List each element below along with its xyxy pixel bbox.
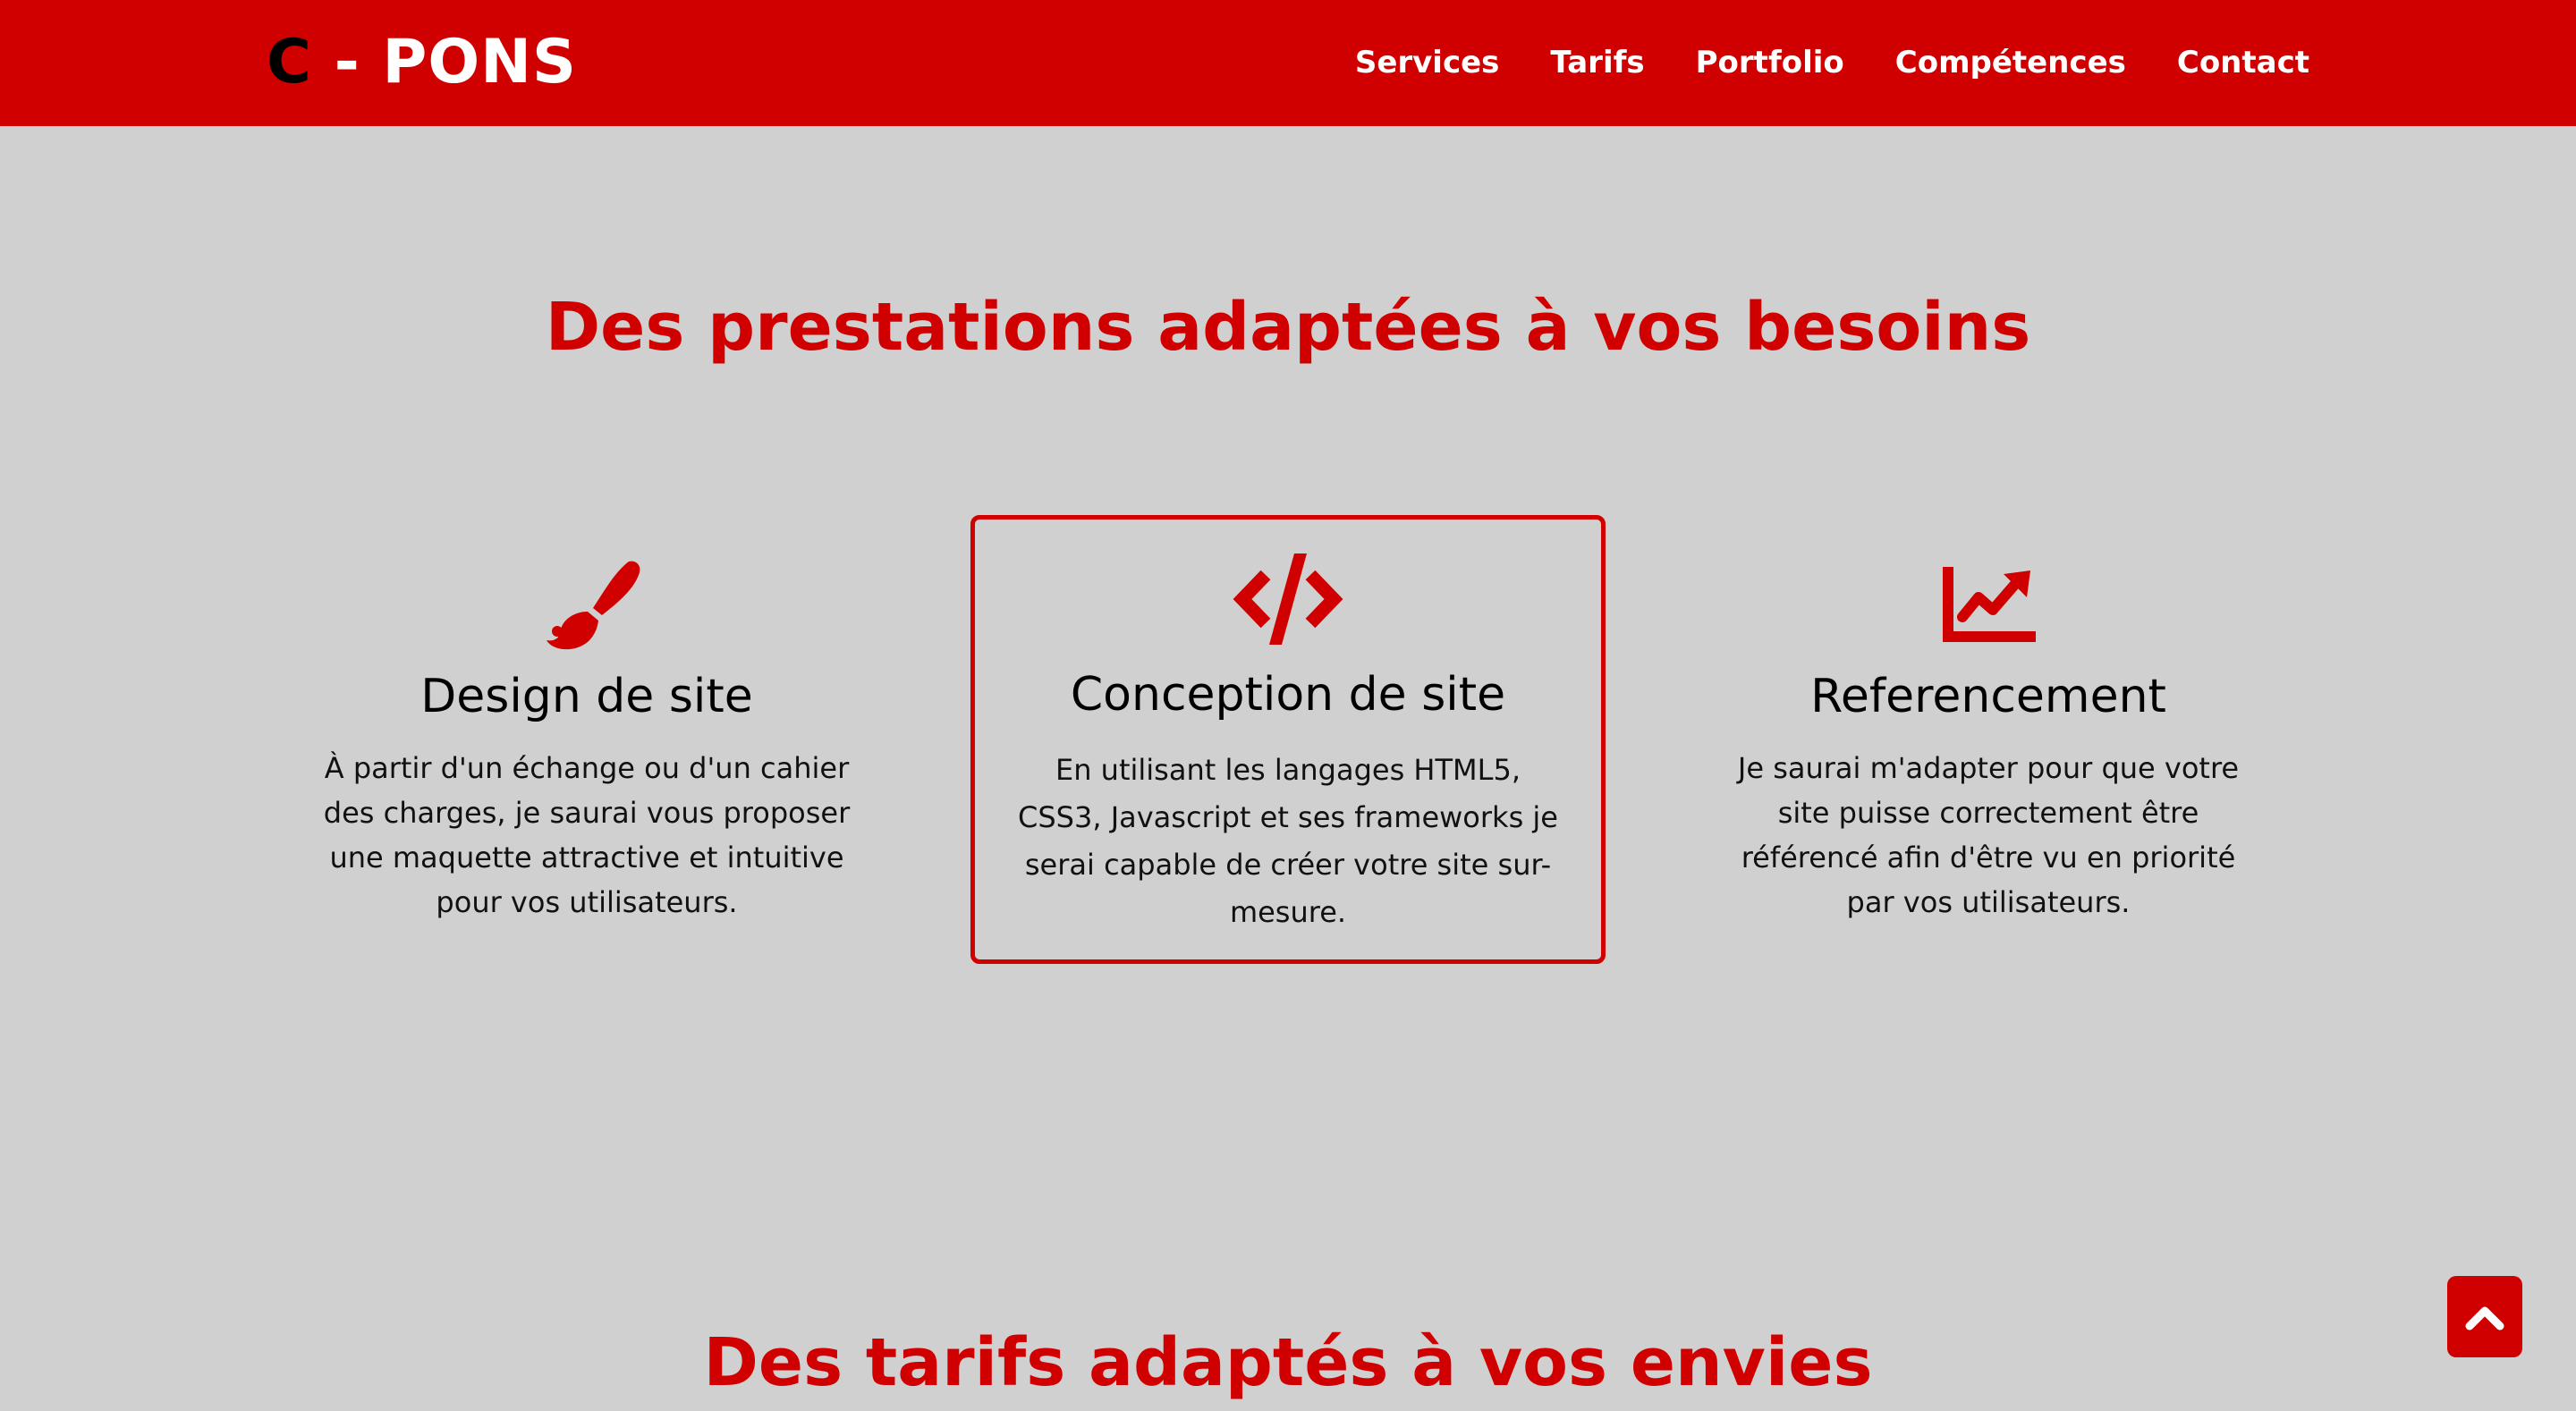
pricing-section-title: Des tarifs adaptés à vos envies xyxy=(703,1324,1873,1401)
page: C - PONS Services Tarifs Portfolio Compé… xyxy=(0,0,2576,1411)
nav-link-tarifs[interactable]: Tarifs xyxy=(1550,39,1644,86)
chart-line-icon xyxy=(1943,567,2036,642)
service-card-text: En utilisant les langages HTML5, CSS3, J… xyxy=(1018,753,1558,929)
service-card-text: À partir d'un échange ou d'un cahier des… xyxy=(323,751,851,919)
service-card-text: Je saurai m'adapter pour que votre site … xyxy=(1737,751,2240,919)
service-card-design: Design de site À partir d'un échange ou … xyxy=(269,517,904,966)
site-logo[interactable]: C - PONS xyxy=(267,25,577,100)
chevron-up-icon xyxy=(2465,1306,2504,1330)
logo-pons: PONS xyxy=(382,27,578,97)
service-card-title: Conception de site xyxy=(1070,668,1506,722)
code-icon xyxy=(1233,553,1343,645)
service-card-conception: Conception de site En utilisant les lang… xyxy=(970,515,1606,964)
service-card-title: Referencement xyxy=(1810,670,2166,723)
nav-link-services[interactable]: Services xyxy=(1355,39,1500,86)
logo-dash: - xyxy=(311,27,383,97)
nav-link-contact[interactable]: Contact xyxy=(2177,39,2309,86)
nav-link-competences[interactable]: Compétences xyxy=(1895,39,2126,86)
main-nav: Services Tarifs Portfolio Compétences Co… xyxy=(1355,39,2309,86)
nav-link-portfolio[interactable]: Portfolio xyxy=(1696,39,1844,86)
logo-letter-c: C xyxy=(267,27,312,97)
service-card-title: Design de site xyxy=(420,670,753,723)
service-card-referencement: Referencement Je saurai m'adapter pour q… xyxy=(1671,517,2306,966)
scroll-to-top-button[interactable] xyxy=(2447,1276,2522,1357)
top-navbar: C - PONS Services Tarifs Portfolio Compé… xyxy=(0,0,2576,126)
paintbrush-icon xyxy=(547,561,640,650)
services-section-title: Des prestations adaptées à vos besoins xyxy=(545,289,2031,366)
